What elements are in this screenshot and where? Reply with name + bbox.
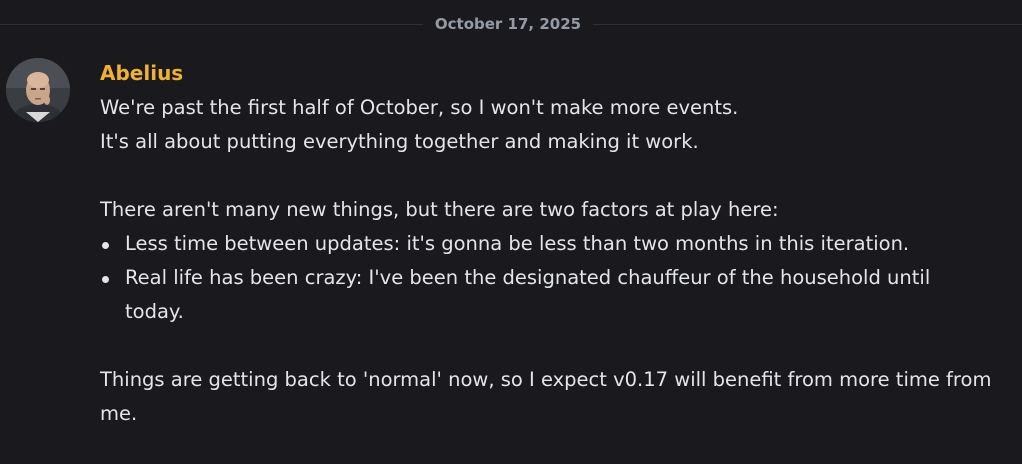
message-closing: Things are getting back to 'normal' now,… xyxy=(100,368,992,425)
bullet-item: Real life has been crazy: I've been the … xyxy=(100,261,970,329)
avatar-icon xyxy=(6,58,70,122)
date-divider-label: October 17, 2025 xyxy=(434,15,582,33)
date-divider: October 17, 2025 xyxy=(0,0,1022,48)
message-line: We're past the first half of October, so… xyxy=(100,96,739,119)
bullet-item: Less time between updates: it's gonna be… xyxy=(100,227,970,261)
divider-line-right xyxy=(593,24,1022,25)
bullet-list: Less time between updates: it's gonna be… xyxy=(100,227,1000,329)
message-content: We're past the first half of October, so… xyxy=(100,91,1000,431)
divider-line-left xyxy=(0,24,423,25)
message-intro: There aren't many new things, but there … xyxy=(100,198,779,221)
message-line: It's all about putting everything togeth… xyxy=(100,130,699,153)
message-author[interactable]: Abelius xyxy=(100,60,183,86)
avatar[interactable] xyxy=(6,58,70,122)
